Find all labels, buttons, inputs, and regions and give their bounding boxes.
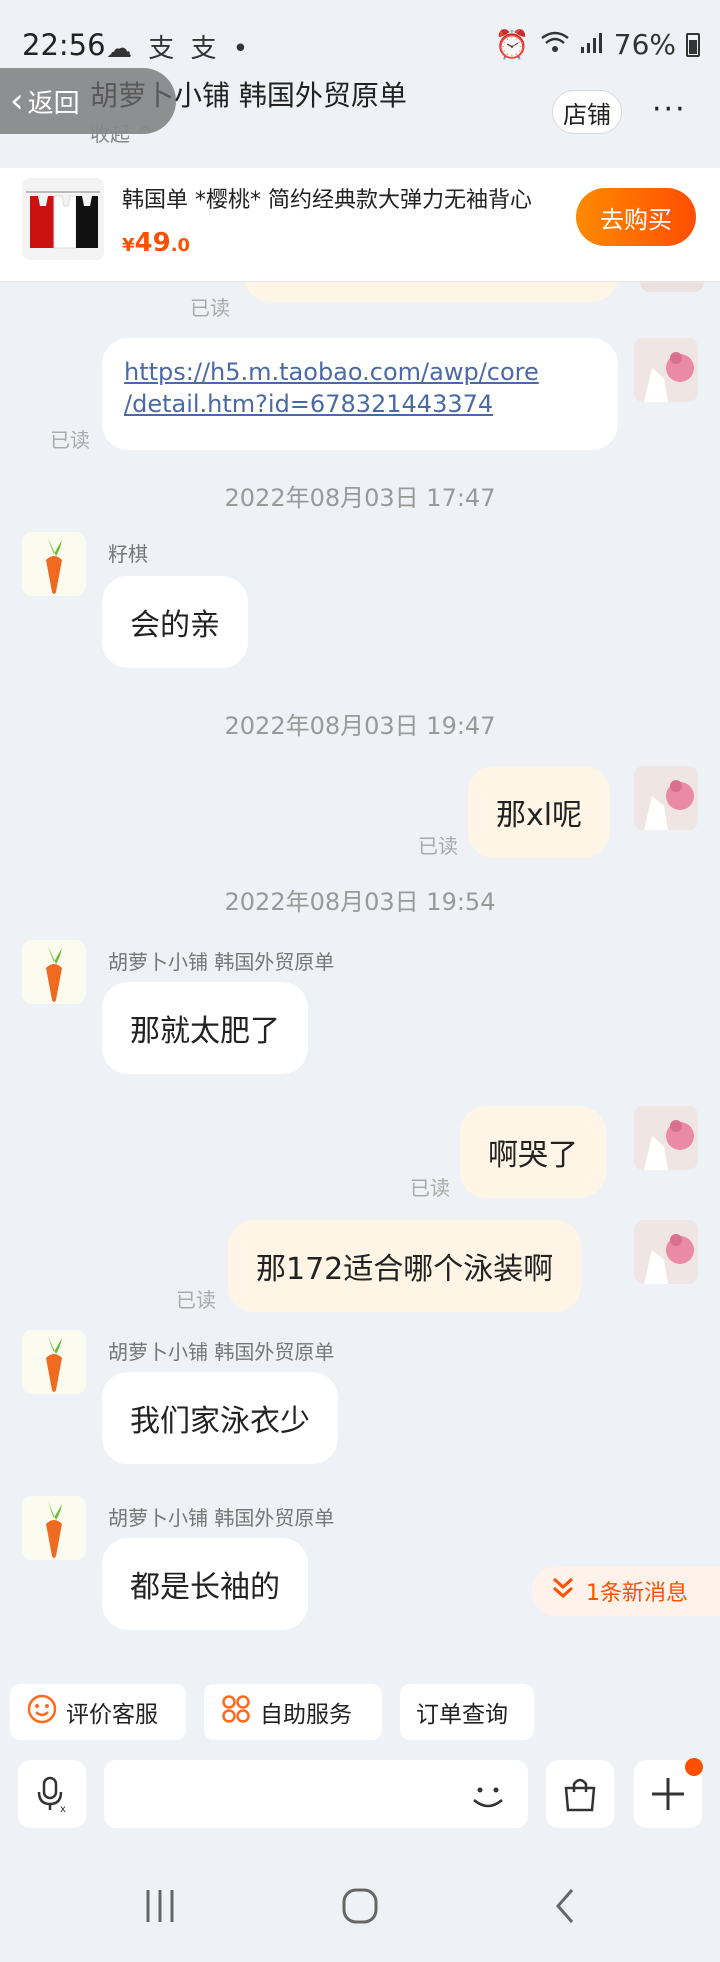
sender-name: 籽棋 (108, 542, 148, 566)
message-bubble: 那xl呢 (468, 766, 611, 858)
product-price: ¥49.0 (122, 228, 190, 258)
message-bubble: 会的亲 (102, 576, 248, 668)
shop-avatar (22, 1330, 86, 1394)
buy-button[interactable]: 去购买 (576, 188, 696, 246)
new-messages-button[interactable]: 1条新消息 (532, 1566, 720, 1616)
message-partial: 已读 (0, 282, 720, 322)
input-bar: x (0, 1752, 720, 1852)
quick-action-self-service[interactable]: 自助服务 (204, 1684, 382, 1740)
new-messages-label: 1条新消息 (586, 1581, 688, 1606)
product-card[interactable]: 韩国单 *樱桃* 简约经典款大弹力无袖背心 ¥49.0 去购买 (0, 168, 720, 282)
quick-action-label: 评价客服 (66, 1702, 158, 1728)
svg-text:x: x (60, 1804, 66, 1814)
message-bubble: 啊哭了 (460, 1106, 606, 1198)
store-button[interactable]: 店铺 (552, 90, 622, 134)
product-name: 韩国单 *樱桃* 简约经典款大弹力无袖背心 (122, 188, 532, 213)
chat-history[interactable]: 已读 https://h5.m.taobao.com/awp/core /det… (0, 282, 720, 1662)
link-message[interactable]: https://h5.m.taobao.com/awp/core /detail… (102, 338, 618, 450)
user-avatar (640, 282, 704, 292)
message-bubble (244, 282, 618, 302)
shop-avatar (22, 1496, 86, 1560)
status-time: 22:56 (22, 28, 106, 62)
shop-avatar (22, 940, 86, 1004)
system-nav-bar (0, 1852, 720, 1962)
message-bubble: 都是长袖的 (102, 1538, 308, 1630)
quick-action-label: 订单查询 (416, 1702, 508, 1728)
sender-name: 胡萝卜小铺 韩国外贸原单 (108, 950, 335, 974)
shop-avatar (22, 532, 86, 596)
home-icon[interactable] (340, 1886, 380, 1930)
user-avatar (634, 338, 698, 402)
notification-icons: ☁ 支 支 • (106, 34, 253, 64)
timestamp: 2022年08月03日 17:47 (224, 484, 496, 512)
smiley-icon (26, 1693, 58, 1731)
quick-action-order-query[interactable]: 订单查询 (400, 1684, 534, 1740)
emoji-button[interactable] (466, 1774, 510, 1822)
notification-dot (685, 1758, 703, 1776)
double-chevron-down-icon (550, 1575, 576, 1607)
sender-name: 胡萝卜小铺 韩国外贸原单 (108, 1340, 335, 1364)
user-avatar (634, 766, 698, 830)
message-bubble: 那172适合哪个泳装啊 (228, 1220, 582, 1312)
collapse-toggle[interactable]: 收起 ^ (90, 118, 153, 147)
recent-apps-icon[interactable] (142, 1886, 178, 1930)
message-bubble: 我们家泳衣少 (102, 1372, 338, 1464)
read-receipt: 已读 (418, 834, 458, 858)
shopping-bag-button[interactable] (546, 1760, 614, 1828)
read-receipt: 已读 (410, 1176, 450, 1200)
battery-percent: 76% (613, 28, 676, 61)
alarm-icon: ⏰ (494, 28, 530, 61)
chevron-left-icon: ‹ (10, 81, 24, 121)
signal-icon (580, 28, 604, 61)
collapse-label: 收起 (90, 122, 130, 146)
product-thumbnail (22, 178, 104, 260)
more-options-button[interactable]: ··· (652, 92, 687, 127)
read-receipt: 已读 (176, 1288, 216, 1312)
user-avatar (634, 1106, 698, 1170)
price-integer: 49 (134, 228, 171, 258)
voice-input-button[interactable]: x (18, 1760, 86, 1828)
message-bubble: 那就太肥了 (102, 982, 308, 1074)
grid-icon (220, 1693, 252, 1731)
back-nav-icon[interactable] (550, 1886, 580, 1930)
status-right: ⏰ 76% (495, 28, 700, 61)
quick-action-label: 自助服务 (260, 1702, 352, 1728)
timestamp: 2022年08月03日 19:47 (224, 712, 496, 740)
quick-action-rate-service[interactable]: 评价客服 (10, 1684, 186, 1740)
timestamp: 2022年08月03日 19:54 (224, 888, 496, 916)
wifi-icon (540, 28, 570, 61)
link-line-1: https://h5.m.taobao.com/awp/core (124, 358, 539, 386)
read-receipt: 已读 (50, 428, 90, 452)
message-input[interactable] (104, 1760, 528, 1828)
battery-icon (686, 32, 700, 57)
price-symbol: ¥ (122, 235, 135, 256)
back-label: 返回 (27, 88, 80, 119)
sender-name: 胡萝卜小铺 韩国外贸原单 (108, 1506, 335, 1530)
read-receipt: 已读 (190, 296, 230, 320)
link-line-2: /detail.htm?id=678321443374 (124, 390, 494, 418)
price-decimal: .0 (170, 235, 191, 256)
user-avatar (634, 1220, 698, 1284)
